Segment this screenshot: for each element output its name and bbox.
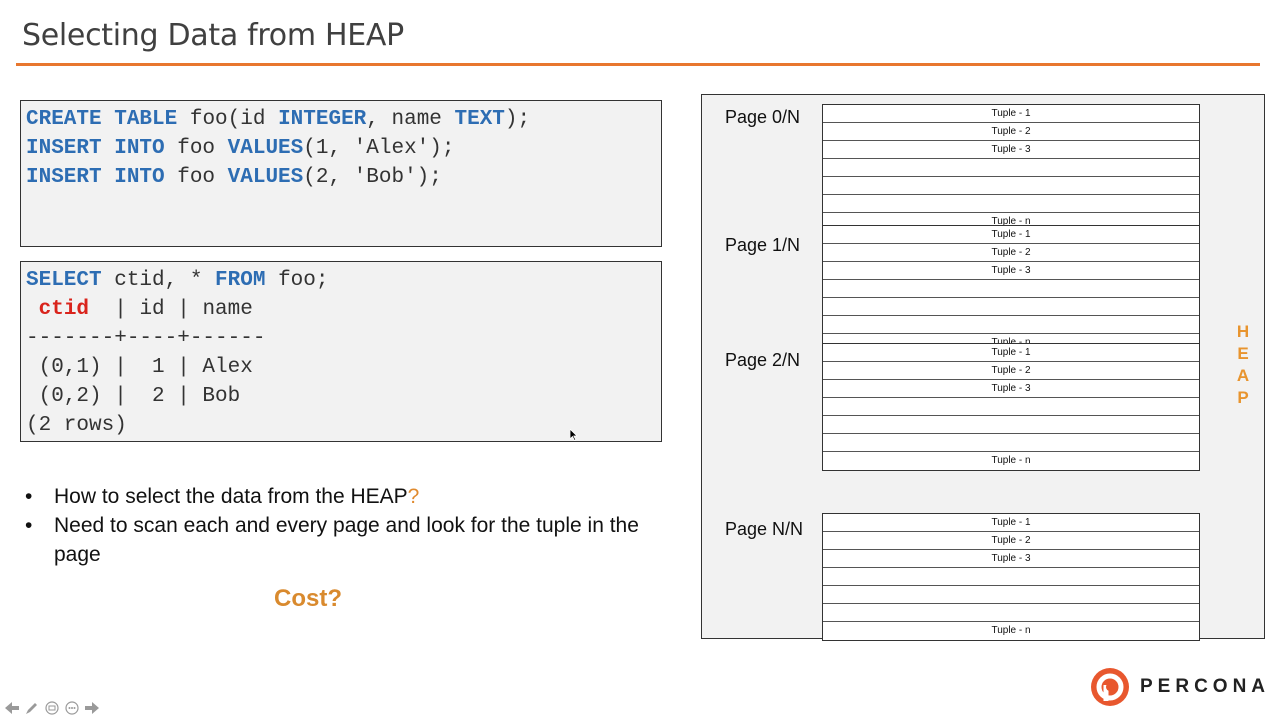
cost-question: Cost? bbox=[274, 585, 342, 612]
bullet-item: • How to select the data from the HEAP? bbox=[25, 482, 645, 511]
ctid-column-header: ctid bbox=[38, 298, 90, 321]
slide-title: Selecting Data from HEAP bbox=[22, 18, 404, 53]
tuple-row: Tuple - 2 bbox=[823, 123, 1199, 141]
heap-page: Tuple - 1Tuple - 2Tuple - 3Tuple - n bbox=[822, 104, 1200, 232]
code-text: foo bbox=[164, 137, 228, 160]
code-text: , name bbox=[366, 108, 455, 131]
sql-keyword: INSERT INTO bbox=[26, 166, 165, 189]
tuple-row: Tuple - 3 bbox=[823, 380, 1199, 398]
bullet-marker: • bbox=[25, 485, 33, 508]
code-line: SELECT ctid, * FROM foo; bbox=[26, 266, 656, 295]
bullet-item: • Need to scan each and every page and lo… bbox=[25, 511, 645, 569]
tuple-row: Tuple - 2 bbox=[823, 362, 1199, 380]
empty-tuple-row bbox=[823, 434, 1199, 452]
heap-diagram: Page 0/N Tuple - 1 Tuple - 2 Tuple - 3 Tuple… bbox=[701, 94, 1265, 641]
empty-tuple-row bbox=[823, 159, 1199, 177]
more-icon[interactable] bbox=[64, 700, 80, 716]
slides-icon[interactable] bbox=[44, 700, 60, 716]
code-text: ctid, * bbox=[101, 269, 216, 292]
code-text: (1, 'Alex'); bbox=[303, 137, 455, 160]
code-text: -------+----+------ bbox=[26, 327, 266, 350]
pen-icon[interactable] bbox=[24, 700, 40, 716]
page-label: Page 1/N bbox=[725, 235, 801, 255]
page-label: Page N/N bbox=[725, 519, 804, 539]
code-text: | id | name bbox=[89, 298, 253, 321]
empty-tuple-row bbox=[823, 298, 1199, 316]
code-text: (0,1) | 1 | Alex bbox=[26, 356, 253, 379]
code-text: foo; bbox=[265, 269, 329, 292]
mouse-cursor-icon bbox=[569, 428, 578, 446]
sql-keyword: FROM bbox=[215, 269, 266, 292]
code-line: (2 rows) bbox=[26, 411, 656, 440]
code-text: ); bbox=[504, 108, 531, 131]
empty-tuple-row bbox=[823, 416, 1199, 434]
code-line: ctid | id | name bbox=[26, 295, 656, 324]
title-divider bbox=[16, 63, 1260, 66]
code-line: (0,2) | 2 | Bob bbox=[26, 382, 656, 411]
empty-tuple-row bbox=[823, 316, 1199, 334]
bullet-list: • How to select the data from the HEAP? • N… bbox=[25, 482, 645, 569]
empty-tuple-row bbox=[823, 280, 1199, 298]
bullet-text: Need to scan each and every page and loo… bbox=[54, 514, 639, 566]
heap-side-letter: P bbox=[1237, 388, 1249, 407]
sql-keyword: CREATE TABLE bbox=[26, 108, 178, 131]
code-text: foo(id bbox=[177, 108, 279, 131]
tuple-row: Tuple - 3 bbox=[823, 262, 1199, 280]
code-line: INSERT INTO foo VALUES(2, 'Bob'); bbox=[26, 163, 656, 192]
heap-side-letter: A bbox=[1236, 366, 1250, 385]
sql-keyword: INTEGER bbox=[278, 108, 367, 131]
sql-keyword: TEXT bbox=[454, 108, 505, 131]
percona-logo-icon bbox=[1091, 668, 1129, 706]
percona-logo: PERCONA bbox=[1090, 667, 1270, 707]
code-line: (0,1) | 1 | Alex bbox=[26, 353, 656, 382]
percona-logo-text: PERCONA bbox=[1140, 676, 1271, 697]
back-arrow-icon[interactable] bbox=[4, 700, 20, 716]
code-line: INSERT INTO foo VALUES(1, 'Alex'); bbox=[26, 134, 656, 163]
code-text: (2, 'Bob'); bbox=[303, 166, 442, 189]
empty-tuple-row bbox=[823, 398, 1199, 416]
forward-arrow-icon[interactable] bbox=[84, 700, 100, 716]
heap-page: Tuple - 1Tuple - 2Tuple - 3 Tuple - n bbox=[822, 343, 1200, 471]
bullet-text: How to select the data from the HEAP? bbox=[54, 485, 420, 508]
code-text: (2 rows) bbox=[26, 414, 127, 437]
tuple-row: Tuple - 1 bbox=[823, 226, 1199, 244]
page-label: Page 0/N bbox=[725, 107, 801, 127]
sql-keyword: SELECT bbox=[26, 269, 102, 292]
empty-tuple-row bbox=[823, 586, 1199, 604]
empty-tuple-row bbox=[823, 568, 1199, 586]
empty-tuple-row bbox=[823, 195, 1199, 213]
tuple-row: Tuple - 1 bbox=[823, 344, 1199, 362]
page-label: Page 2/N bbox=[725, 350, 801, 370]
heap-page: Tuple - 1Tuple - 2Tuple - 3Tuple - n bbox=[822, 225, 1200, 353]
heap-page: Tuple - 1Tuple - 2Tuple - 3 Tuple - n bbox=[822, 513, 1200, 641]
sql-keyword: VALUES bbox=[227, 137, 304, 160]
code-text: foo bbox=[164, 166, 228, 189]
empty-tuple-row bbox=[823, 604, 1199, 622]
code-text: (0,2) | 2 | Bob bbox=[26, 385, 241, 408]
bullet-marker: • bbox=[25, 514, 33, 537]
tuple-row: Tuple - 2 bbox=[823, 532, 1199, 550]
tuple-row: Tuple - 2 bbox=[823, 244, 1199, 262]
empty-tuple-row bbox=[823, 177, 1199, 195]
create-sql-code-block: CREATE TABLE foo(id INTEGER, name TEXT);… bbox=[20, 100, 662, 247]
tuple-row: Tuple - 1 bbox=[823, 105, 1199, 123]
slide-navigation-bar bbox=[4, 700, 100, 716]
tuple-row: Tuple - 3 bbox=[823, 141, 1199, 159]
tuple-row: Tuple - 3 bbox=[823, 550, 1199, 568]
question-mark: ? bbox=[407, 485, 420, 508]
heap-side-letter: H bbox=[1236, 322, 1250, 341]
code-line: -------+----+------ bbox=[26, 324, 656, 353]
select-query-result-block: SELECT ctid, * FROM foo; ctid | id | nam… bbox=[20, 261, 662, 442]
code-line: CREATE TABLE foo(id INTEGER, name TEXT); bbox=[26, 105, 656, 134]
heap-side-letter: E bbox=[1237, 344, 1249, 363]
sql-keyword: VALUES bbox=[227, 166, 304, 189]
tuple-row: Tuple - n bbox=[991, 455, 1031, 466]
tuple-row: Tuple - 1 bbox=[823, 514, 1199, 532]
sql-keyword: INSERT INTO bbox=[26, 137, 165, 160]
tuple-row: Tuple - n bbox=[991, 625, 1031, 636]
